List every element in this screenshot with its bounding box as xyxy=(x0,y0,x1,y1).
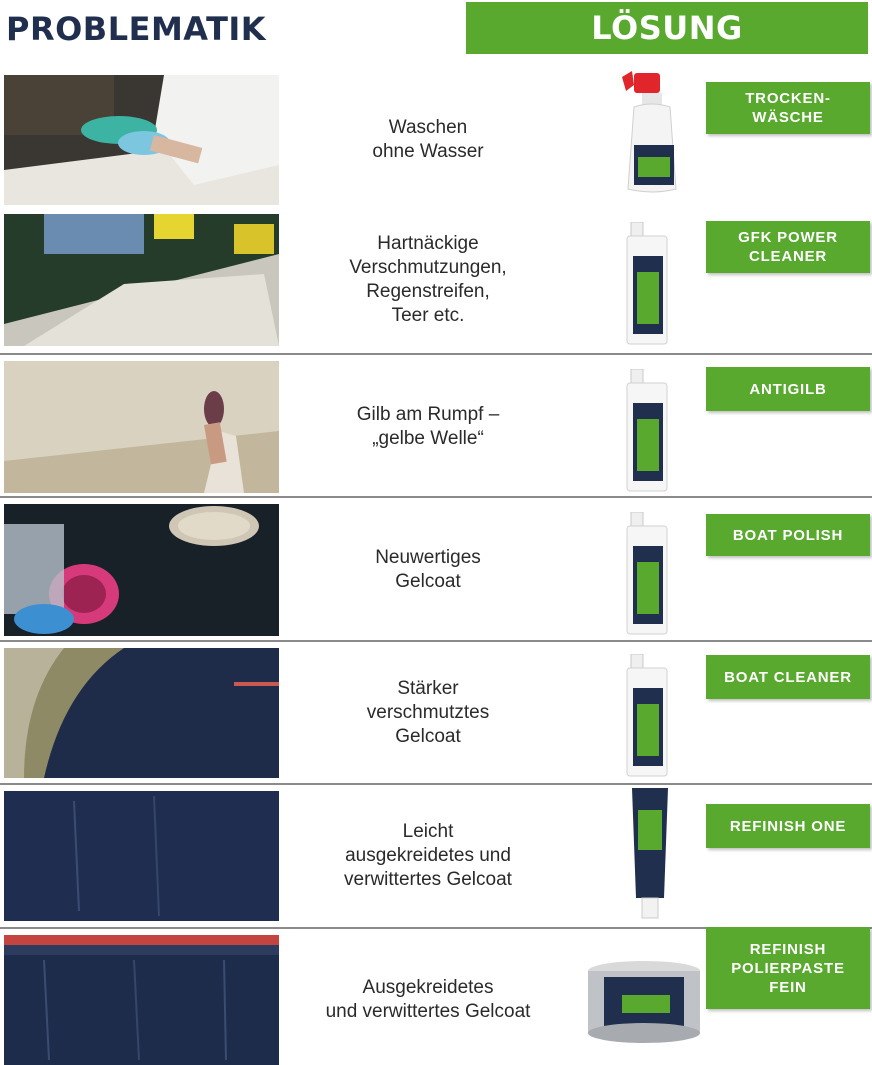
photo-chalky-gelcoat xyxy=(4,935,279,1065)
list-item: Neuwertiges Gelcoat BOAT POLISH xyxy=(0,504,872,636)
photo-washing-boat xyxy=(4,75,279,205)
divider xyxy=(0,353,872,355)
spray-bottle-icon xyxy=(612,67,694,197)
solution-label: REFINISH POLIERPASTE FEIN xyxy=(706,927,870,1009)
solution-label: BOAT CLEANER xyxy=(706,655,870,699)
problem-text: Neuwertiges Gelcoat xyxy=(375,547,481,592)
divider xyxy=(0,783,872,785)
photo-weathered-gelcoat xyxy=(4,791,279,921)
solution-label: BOAT POLISH xyxy=(706,514,870,556)
bottle-icon xyxy=(625,369,669,493)
solution-label: GFK POWER CLEANER xyxy=(706,221,870,273)
problem-text: Gilb am Rumpf – „gelbe Welle“ xyxy=(356,404,500,449)
list-item: Leicht ausgekreidetes und verwittertes G… xyxy=(0,788,872,921)
divider xyxy=(0,640,872,642)
problem-title: PROBLEMATIK xyxy=(6,10,267,48)
tube-icon xyxy=(628,788,672,920)
divider xyxy=(0,496,872,498)
photo-dirty-gelcoat xyxy=(4,648,279,778)
problem-text: Leicht ausgekreidetes und verwittertes G… xyxy=(344,821,512,890)
solution-title: LÖSUNG xyxy=(591,9,743,47)
bottle-icon xyxy=(625,654,669,778)
solution-label: TROCKEN- WÄSCHE xyxy=(706,82,870,134)
photo-yellowed-hull xyxy=(4,361,279,493)
list-item: Hartnäckige Verschmutzungen, Regenstreif… xyxy=(0,214,872,346)
photo-dirty-deck xyxy=(4,214,279,346)
problem-text: Waschen ohne Wasser xyxy=(372,117,484,162)
list-item: Stärker verschmutztes Gelcoat BOAT CLEAN… xyxy=(0,648,872,778)
problem-text: Stärker verschmutztes Gelcoat xyxy=(366,678,490,747)
solution-header: LÖSUNG xyxy=(466,2,868,54)
photo-polishing-gelcoat xyxy=(4,504,279,636)
solution-label: REFINISH ONE xyxy=(706,804,870,848)
problem-text: Hartnäckige Verschmutzungen, Regenstreif… xyxy=(349,233,507,326)
solution-label: ANTIGILB xyxy=(706,367,870,411)
list-item: Gilb am Rumpf – „gelbe Welle“ ANTIGILB xyxy=(0,361,872,493)
list-item: Ausgekreidetes und verwittertes Gelcoat … xyxy=(0,927,872,1065)
bottle-icon xyxy=(625,512,669,636)
list-item: Waschen ohne Wasser TROCKEN- WÄSCHE xyxy=(0,71,872,205)
problem-text: Ausgekreidetes und verwittertes Gelcoat xyxy=(325,977,531,1022)
tin-can-icon xyxy=(584,961,702,1045)
bottle-icon xyxy=(625,222,669,346)
